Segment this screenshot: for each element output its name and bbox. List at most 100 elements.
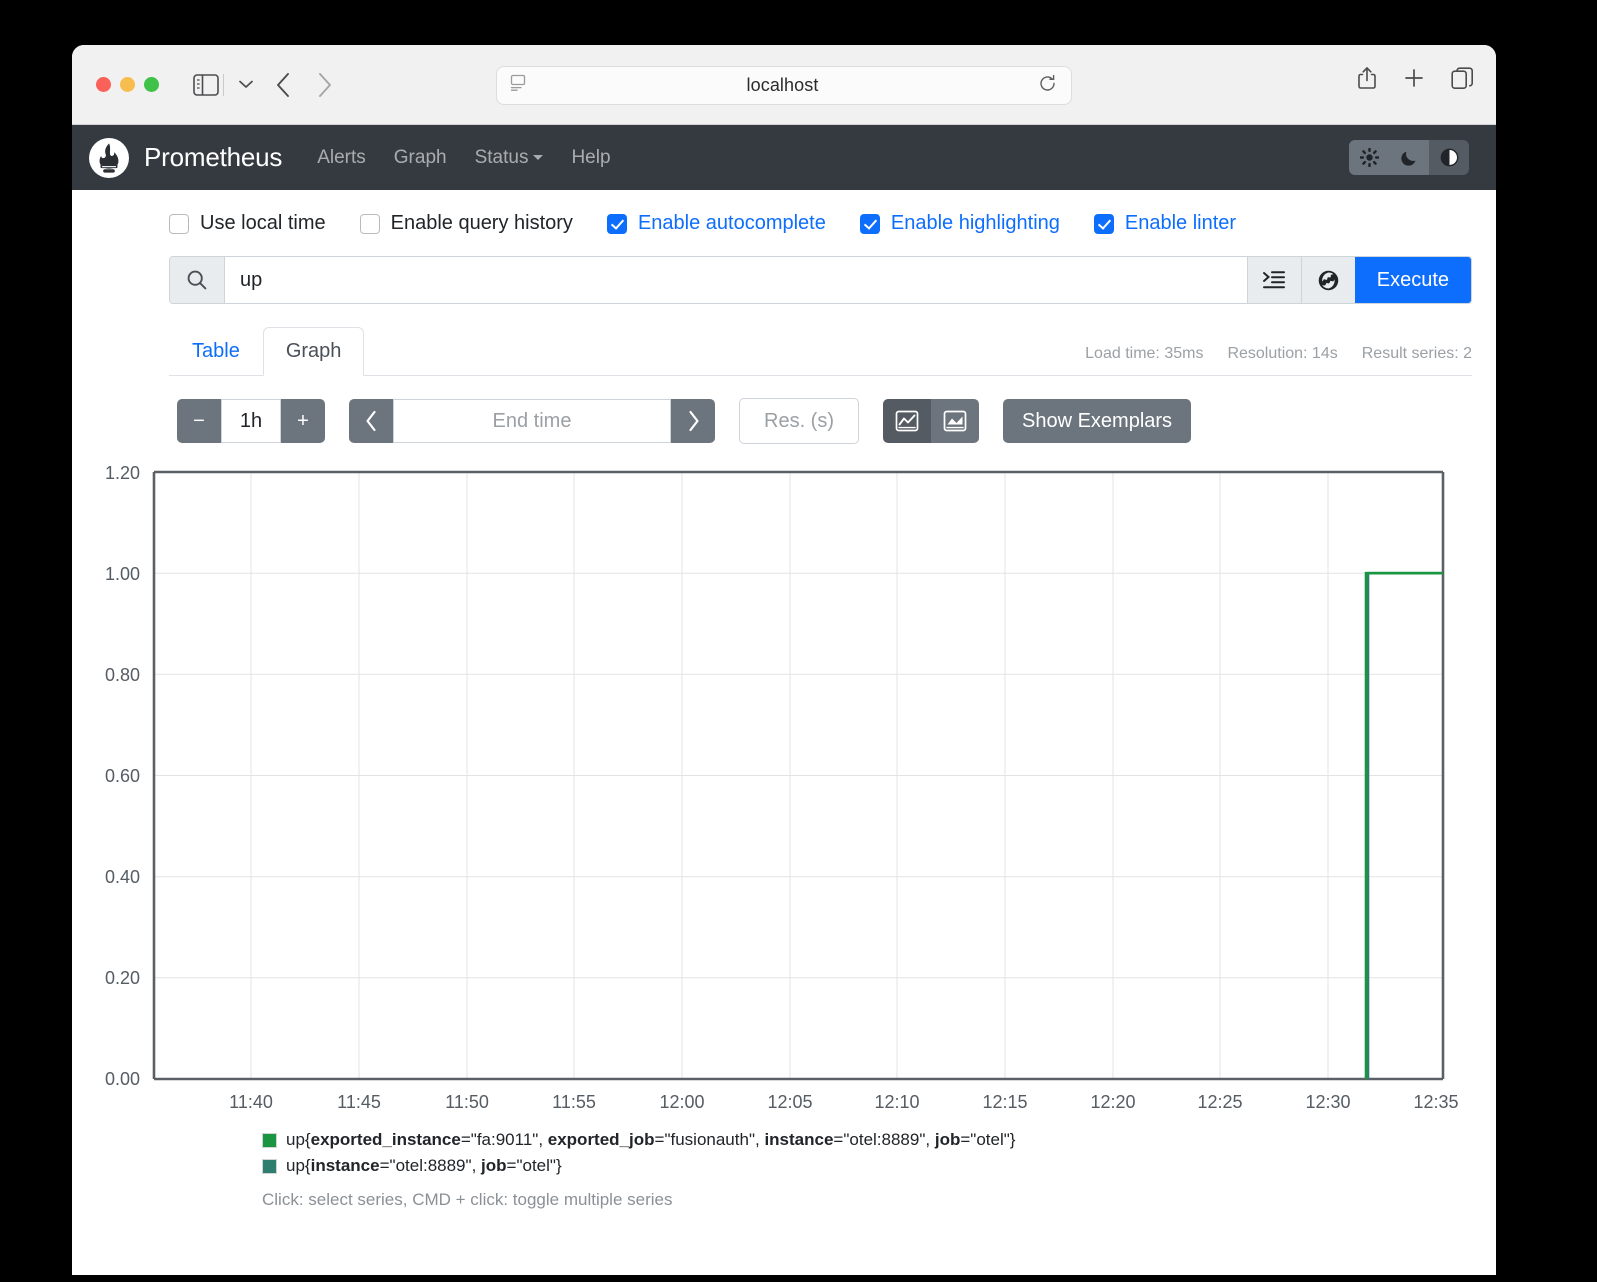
option-enable-linter[interactable]: Enable linter: [1093, 212, 1237, 235]
svg-text:12:25: 12:25: [1197, 1092, 1242, 1112]
sun-icon[interactable]: [1349, 140, 1389, 175]
svg-text:0.40: 0.40: [105, 867, 140, 887]
line-chart-icon[interactable]: [883, 399, 931, 443]
x-axis-labels: 11:40 11:45 11:50 11:55 12:00 12:05 12:1…: [229, 1092, 1458, 1112]
format-query-icon[interactable]: [1246, 257, 1301, 303]
query-stats: Load time: 35ms Resolution: 14s Result s…: [1085, 345, 1472, 363]
option-enable-highlighting[interactable]: Enable highlighting: [859, 212, 1060, 235]
option-label: Use local time: [200, 212, 326, 234]
option-enable-query-history[interactable]: Enable query history: [359, 212, 573, 235]
checkbox-enable-query-history[interactable]: [359, 213, 380, 234]
increase-range-button[interactable]: +: [281, 399, 325, 443]
address-bar[interactable]: localhost: [496, 66, 1072, 105]
tab-overview-icon[interactable]: [1451, 66, 1474, 95]
option-label: Enable query history: [390, 212, 573, 234]
resolution-stat: Resolution: 14s: [1227, 345, 1338, 362]
forward-chevron-icon[interactable]: [317, 72, 332, 98]
svg-text:0.00: 0.00: [105, 1069, 140, 1089]
nav-link-help[interactable]: Help: [571, 147, 610, 169]
range-input-group: − 1h +: [177, 399, 325, 443]
browser-actions: [1357, 66, 1474, 95]
brand-title[interactable]: Prometheus: [144, 142, 282, 173]
url-text: localhost: [746, 75, 819, 95]
legend-item[interactable]: up{exported_instance="fa:9011", exported…: [262, 1130, 1496, 1150]
range-value[interactable]: 1h: [221, 399, 281, 443]
window-traffic-lights: [96, 77, 159, 92]
svg-text:11:55: 11:55: [552, 1092, 596, 1112]
next-time-button[interactable]: [671, 399, 715, 443]
execute-button[interactable]: Execute: [1354, 257, 1471, 303]
plus-icon[interactable]: [1403, 67, 1425, 94]
svg-text:12:30: 12:30: [1305, 1092, 1350, 1112]
caret-down-icon: [533, 154, 544, 160]
minimize-window-button[interactable]: [120, 77, 135, 92]
checkbox-enable-highlighting[interactable]: [859, 213, 880, 234]
time-series-chart[interactable]: 1.20 1.00 0.80 0.60 0.40 0.20 0.00 11:40…: [72, 462, 1496, 1122]
result-tabs: Table Graph Load time: 35ms Resolution: …: [169, 322, 1472, 376]
show-exemplars-button[interactable]: Show Exemplars: [1003, 399, 1192, 443]
svg-text:1.00: 1.00: [105, 564, 140, 584]
graph-controls: − 1h + End time Res. (s) Show Exemplars: [177, 398, 1496, 444]
previous-time-button[interactable]: [349, 399, 393, 443]
option-label: Enable highlighting: [890, 212, 1060, 234]
svg-text:0.20: 0.20: [105, 968, 140, 988]
sidebar-icon[interactable]: [193, 73, 219, 96]
result-series-stat: Result series: 2: [1361, 345, 1472, 362]
prometheus-logo-icon[interactable]: [89, 137, 129, 178]
checkbox-use-local-time[interactable]: [169, 213, 189, 234]
svg-text:0.80: 0.80: [105, 665, 140, 685]
contrast-icon[interactable]: [1429, 140, 1469, 175]
option-label: Enable linter: [1124, 212, 1237, 234]
search-icon: [170, 257, 225, 303]
chevron-down-icon[interactable]: [236, 80, 256, 89]
share-icon[interactable]: [1357, 66, 1377, 95]
browser-toolbar: localhost: [72, 45, 1496, 125]
svg-text:12:05: 12:05: [767, 1092, 812, 1112]
moon-icon[interactable]: [1389, 140, 1429, 175]
graph-panel[interactable]: 1.20 1.00 0.80 0.60 0.40 0.20 0.00 11:40…: [72, 462, 1496, 1122]
resolution-input[interactable]: Res. (s): [739, 398, 859, 444]
chart-type-group: [883, 399, 979, 443]
stacked-area-chart-icon[interactable]: [931, 399, 979, 443]
svg-text:11:45: 11:45: [337, 1092, 381, 1112]
tab-graph[interactable]: Graph: [262, 327, 365, 376]
checkbox-enable-linter[interactable]: [1093, 213, 1114, 234]
option-use-local-time[interactable]: Use local time: [169, 212, 326, 235]
reader-view-icon[interactable]: [509, 74, 527, 97]
checkbox-enable-autocomplete[interactable]: [606, 213, 627, 234]
svg-text:11:50: 11:50: [445, 1092, 489, 1112]
query-input-group: Execute: [169, 256, 1472, 304]
theme-toggle-group: [1349, 140, 1469, 175]
nav-link-status[interactable]: Status: [475, 147, 544, 169]
load-time-stat: Load time: 35ms: [1085, 345, 1204, 362]
svg-text:12:10: 12:10: [874, 1092, 919, 1112]
legend-label: up{exported_instance="fa:9011", exported…: [286, 1130, 1016, 1149]
nav-link-graph[interactable]: Graph: [394, 147, 447, 169]
svg-text:12:35: 12:35: [1413, 1092, 1458, 1112]
legend-swatch: [262, 1132, 277, 1148]
svg-text:12:00: 12:00: [659, 1092, 704, 1112]
chart-legend: up{exported_instance="fa:9011", exported…: [262, 1130, 1496, 1210]
option-label: Enable autocomplete: [637, 212, 826, 234]
nav-link-alerts[interactable]: Alerts: [317, 147, 366, 169]
maximize-window-button[interactable]: [144, 77, 159, 92]
y-axis-labels: 1.20 1.00 0.80 0.60 0.40 0.20 0.00: [105, 463, 140, 1089]
tab-table[interactable]: Table: [169, 327, 263, 376]
svg-text:12:20: 12:20: [1090, 1092, 1135, 1112]
query-input[interactable]: [225, 257, 1247, 303]
close-window-button[interactable]: [96, 77, 111, 92]
back-chevron-icon[interactable]: [276, 72, 291, 98]
decrease-range-button[interactable]: −: [177, 399, 221, 443]
reload-icon[interactable]: [1038, 74, 1057, 98]
svg-text:12:15: 12:15: [982, 1092, 1027, 1112]
svg-text:0.60: 0.60: [105, 766, 140, 786]
svg-text:1.20: 1.20: [105, 463, 140, 483]
end-time-input[interactable]: End time: [393, 399, 671, 443]
browser-window: localhost Prometheus Alerts Graph Status…: [72, 45, 1496, 1275]
end-time-group: End time: [349, 399, 715, 443]
globe-icon[interactable]: [1300, 257, 1355, 303]
legend-item[interactable]: up{instance="otel:8889", job="otel"}: [262, 1156, 1496, 1176]
legend-swatch: [262, 1158, 277, 1174]
query-options-row: Use local time Enable query history Enab…: [72, 190, 1496, 235]
option-enable-autocomplete[interactable]: Enable autocomplete: [606, 212, 826, 235]
